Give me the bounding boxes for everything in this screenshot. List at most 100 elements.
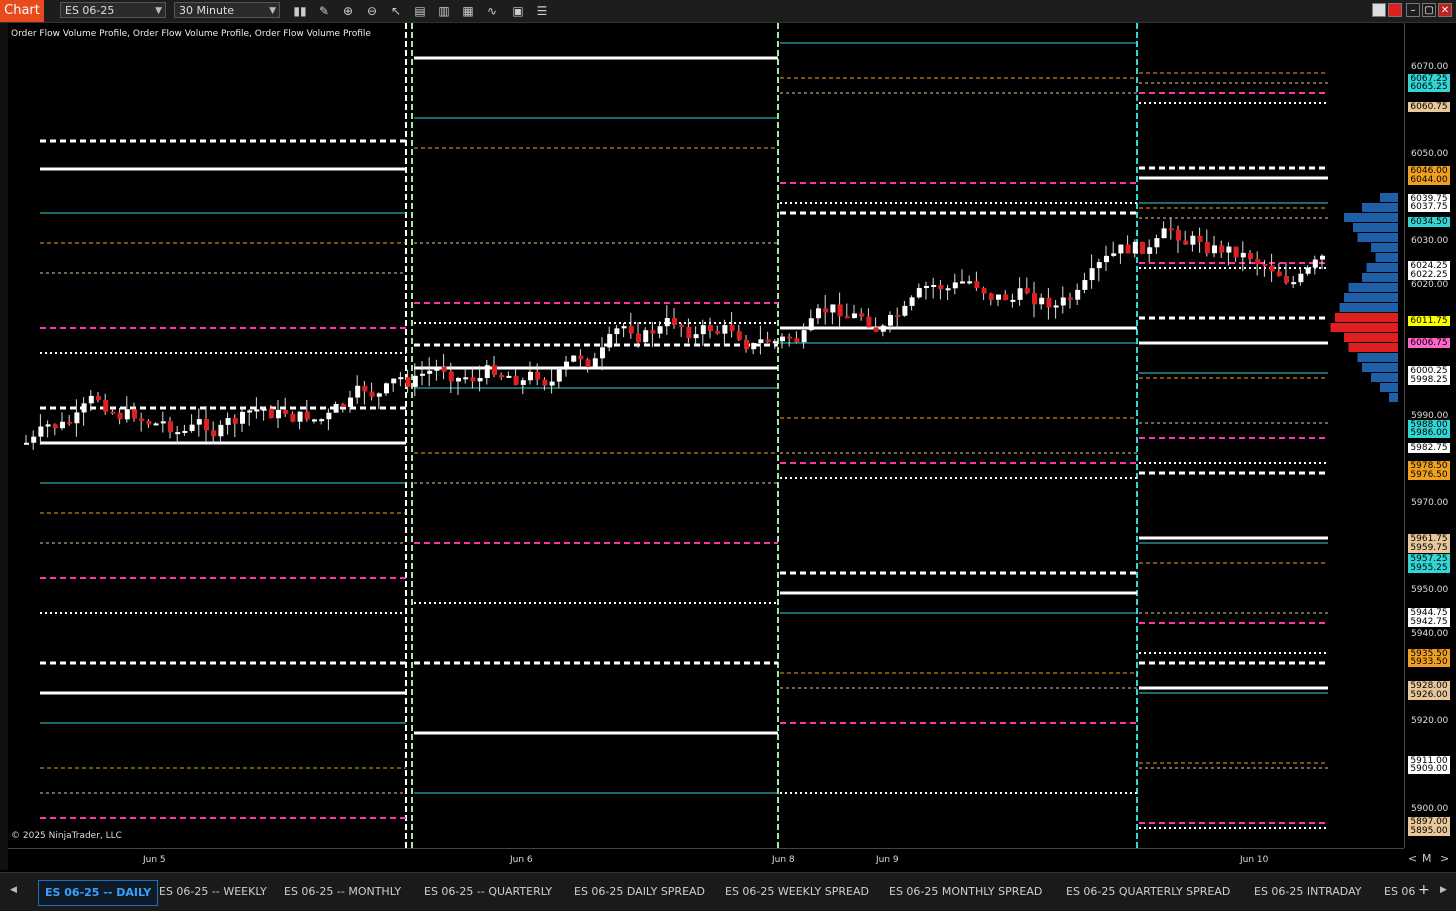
candle-body [67, 421, 73, 424]
candle-body [74, 412, 80, 424]
candle-body [1154, 238, 1160, 248]
candle-body [607, 334, 613, 348]
candle-body [621, 326, 627, 329]
price-axis[interactable]: 6070.006060.756050.006030.006020.006000.… [1404, 23, 1456, 848]
candle-body [722, 325, 728, 334]
properties-icon[interactable]: ▤ [412, 3, 428, 19]
candle-body [520, 380, 526, 385]
volume-profile-bar [1344, 293, 1398, 302]
interval-value: 30 Minute [179, 4, 235, 17]
interval-selector[interactable]: 30 Minute ▼ [174, 2, 280, 18]
candle-body [693, 334, 699, 339]
candle-body [592, 358, 598, 367]
zoom-out-icon[interactable]: ⊖ [364, 3, 380, 19]
chevron-down-icon: ▼ [269, 6, 276, 16]
draw-tool-icon[interactable]: ✎ [316, 3, 332, 19]
candle-body [1255, 259, 1261, 265]
candle-body [434, 366, 440, 371]
minimize-icon[interactable]: – [1406, 3, 1420, 17]
candle-body [146, 420, 152, 425]
candle-body [319, 419, 325, 422]
candle-body [153, 423, 159, 426]
tab-quarterly[interactable]: ES 06-25 -- QUARTERLY [418, 880, 558, 904]
price-tick-label: 5900.00 [1411, 803, 1449, 814]
scroll-left-icon[interactable]: ◀ [10, 885, 17, 895]
indicators-icon[interactable]: ▣ [510, 3, 526, 19]
candle-body [376, 393, 382, 397]
zoom-control[interactable]: < M > [1404, 850, 1456, 868]
candle-body [1104, 255, 1109, 263]
indicator-label: Order Flow Volume Profile, Order Flow Vo… [11, 29, 371, 39]
chart-canvas [24, 23, 1398, 848]
close-icon[interactable]: ✕ [1438, 3, 1452, 17]
candle-body [261, 408, 267, 411]
candle-body [715, 330, 721, 334]
candle-body [297, 411, 303, 422]
more-icon[interactable]: ☰ [534, 3, 550, 19]
tab-weekly-spread[interactable]: ES 06-25 WEEKLY SPREAD [719, 880, 875, 904]
candle-body [1312, 259, 1318, 268]
candle-body [650, 330, 656, 334]
chart-trader-icon[interactable]: ▥ [436, 3, 452, 19]
price-marker-badge: 5895.00 [1408, 825, 1450, 836]
tab-daily[interactable]: ES 06-25 -- DAILY [38, 880, 159, 906]
tab-quarterly-spread[interactable]: ES 06-25 QUARTERLY SPREAD [1060, 880, 1236, 904]
tab-overflow[interactable]: ES 06 [1378, 880, 1421, 904]
candle-body [1017, 288, 1023, 300]
tab-weekly[interactable]: ES 06-25 -- WEEKLY [153, 880, 273, 904]
volume-profile-bar [1335, 313, 1398, 322]
chart-plot-area[interactable] [8, 23, 1404, 848]
pointer-icon[interactable]: ↖ [388, 3, 404, 19]
candle-body [463, 377, 469, 380]
candle-body [506, 375, 512, 378]
candle-body [866, 316, 872, 328]
candle-body [1284, 275, 1289, 283]
candle-body [578, 355, 584, 360]
zoom-in-icon[interactable]: ⊕ [340, 3, 356, 19]
candle-body [139, 418, 145, 421]
price-marker-badge: 5933.50 [1408, 657, 1450, 668]
candle-body [1219, 245, 1225, 253]
tab-intraday[interactable]: ES 06-25 INTRADAY [1248, 880, 1367, 904]
candle-body [535, 371, 541, 380]
volume-profile-bar [1362, 363, 1398, 372]
candle-body [1068, 297, 1073, 300]
bars-type-icon[interactable]: ▮▮ [292, 3, 308, 19]
candle-body [938, 284, 944, 290]
strategy-icon[interactable]: ∿ [484, 3, 500, 19]
candle-body [974, 281, 980, 289]
candle-body [391, 378, 397, 384]
price-tick-label: 5920.00 [1411, 716, 1449, 727]
record-icon[interactable] [1388, 3, 1402, 17]
candle-body [326, 412, 332, 420]
time-axis[interactable]: Jun 5 Jun 6 Jun 8 Jun 9 Jun 10 [8, 848, 1404, 871]
data-series-icon[interactable]: ▦ [460, 3, 476, 19]
candle-body [1024, 288, 1030, 294]
add-tab-icon[interactable]: + [1418, 882, 1430, 898]
chart-window-tab[interactable]: Chart [0, 0, 44, 22]
candle-body [895, 314, 901, 317]
scroll-right-icon[interactable]: ▶ [1440, 885, 1447, 895]
candle-body [96, 395, 101, 401]
candle-body [189, 424, 195, 431]
candle-body [1269, 265, 1275, 272]
candle-body [225, 418, 231, 425]
zoom-mode-label[interactable]: M [1422, 852, 1432, 865]
chevron-right-icon[interactable]: > [1440, 852, 1449, 865]
tab-monthly[interactable]: ES 06-25 -- MONTHLY [278, 880, 407, 904]
maximize-icon[interactable]: ▢ [1422, 3, 1436, 17]
candle-body [945, 288, 951, 291]
tab-monthly-spread[interactable]: ES 06-25 MONTHLY SPREAD [883, 880, 1048, 904]
instrument-selector[interactable]: ES 06-25 ▼ [60, 2, 166, 18]
candle-body [1240, 252, 1246, 258]
time-label: Jun 9 [876, 855, 899, 865]
volume-profile-bar [1344, 213, 1398, 222]
candle-body [1118, 244, 1124, 254]
tab-daily-spread[interactable]: ES 06-25 DAILY SPREAD [568, 880, 711, 904]
volume-profile-bar [1362, 203, 1398, 212]
chevron-left-icon[interactable]: < [1408, 852, 1417, 865]
link-color-icon[interactable] [1372, 3, 1386, 17]
candle-body [362, 385, 368, 392]
candle-body [499, 374, 505, 378]
candle-body [744, 339, 749, 350]
